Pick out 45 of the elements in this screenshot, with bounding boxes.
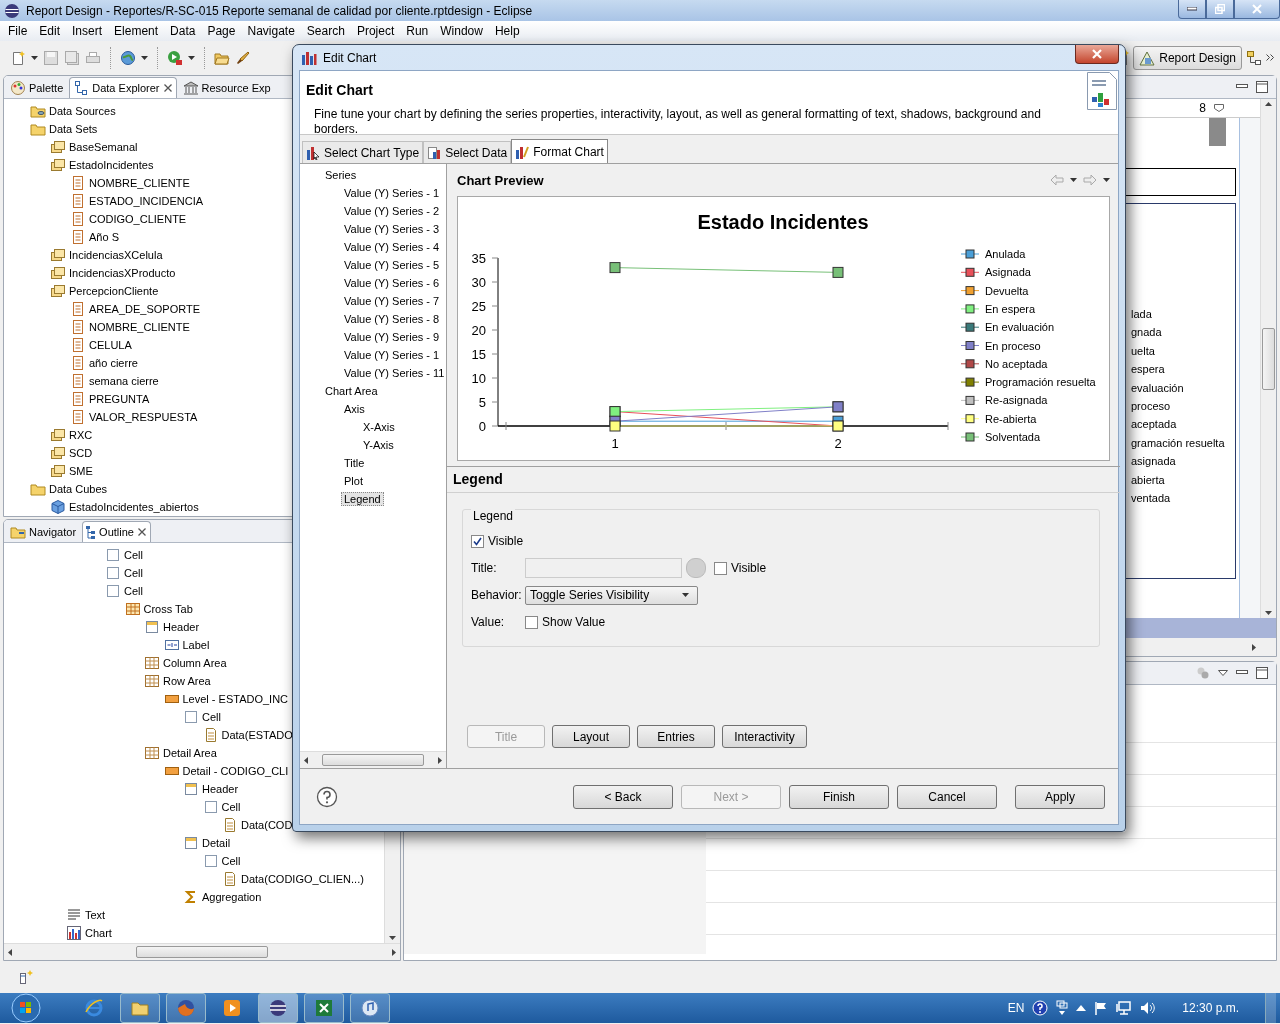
legend-label: proceso — [1131, 399, 1172, 414]
axis-label: 20 — [471, 323, 486, 338]
legend-label: Anulada — [985, 248, 1026, 260]
axis-label: 2 — [834, 436, 842, 451]
legend-label: En espera — [985, 302, 1036, 315]
legend-label: asignada — [1131, 455, 1177, 470]
legend-label: No aceptada — [985, 357, 1048, 370]
legend-label: lada — [1131, 308, 1153, 322]
legend-label: ventada — [1131, 491, 1172, 506]
legend-label: espera — [1131, 363, 1166, 378]
axis-label: 10 — [471, 371, 486, 386]
checkbox-label: Show Value — [542, 615, 606, 629]
legend-label: En proceso — [985, 339, 1041, 352]
legend-label: Devuelta — [985, 284, 1029, 297]
axis-label: 5 — [478, 395, 486, 410]
legend-label: Programación resuelta — [985, 376, 1096, 389]
axis-label: 0 — [478, 419, 486, 434]
field-label: Title: — [471, 561, 498, 575]
axis-label: 30 — [471, 275, 486, 290]
axis-label: 35 — [471, 251, 486, 266]
axis-label: 1 — [611, 436, 619, 451]
checkbox-label: Visible — [731, 561, 767, 575]
legend-label: aceptada — [1131, 418, 1178, 433]
legend-label: evaluación — [1131, 381, 1185, 396]
section-title: Legend — [447, 467, 1120, 493]
legend-label: uelta — [1131, 344, 1156, 359]
legend-label: gramación resuelta — [1131, 436, 1226, 451]
axis-label: 15 — [471, 347, 486, 362]
field-label: Value: — [471, 615, 506, 629]
legend-label: Re-abierta — [985, 412, 1037, 425]
preview-title: Chart Preview — [457, 172, 544, 188]
field-label: Behavior: — [471, 588, 521, 602]
legend-label: gnada — [1131, 326, 1163, 341]
dialog-heading: Edit Chart — [306, 82, 374, 98]
legend-label: abierta — [1131, 473, 1166, 488]
axis-label: 25 — [471, 299, 486, 314]
group-title: Legend — [471, 509, 516, 523]
chart-title: Estado Incidentes — [697, 211, 869, 233]
legend-label: Solventada — [985, 431, 1041, 443]
dialog-title: Edit Chart — [323, 50, 377, 65]
checkbox-label: Visible — [488, 534, 524, 548]
legend-label: Re-asignada — [985, 394, 1048, 407]
legend-label: En evaluación — [985, 321, 1055, 334]
window-title: Report Design - Reportes/R-SC-015 Reporte semanal de calidad por cliente.rptdesign - Eclipse — [26, 3, 533, 18]
legend-label: Asignada — [985, 266, 1031, 279]
